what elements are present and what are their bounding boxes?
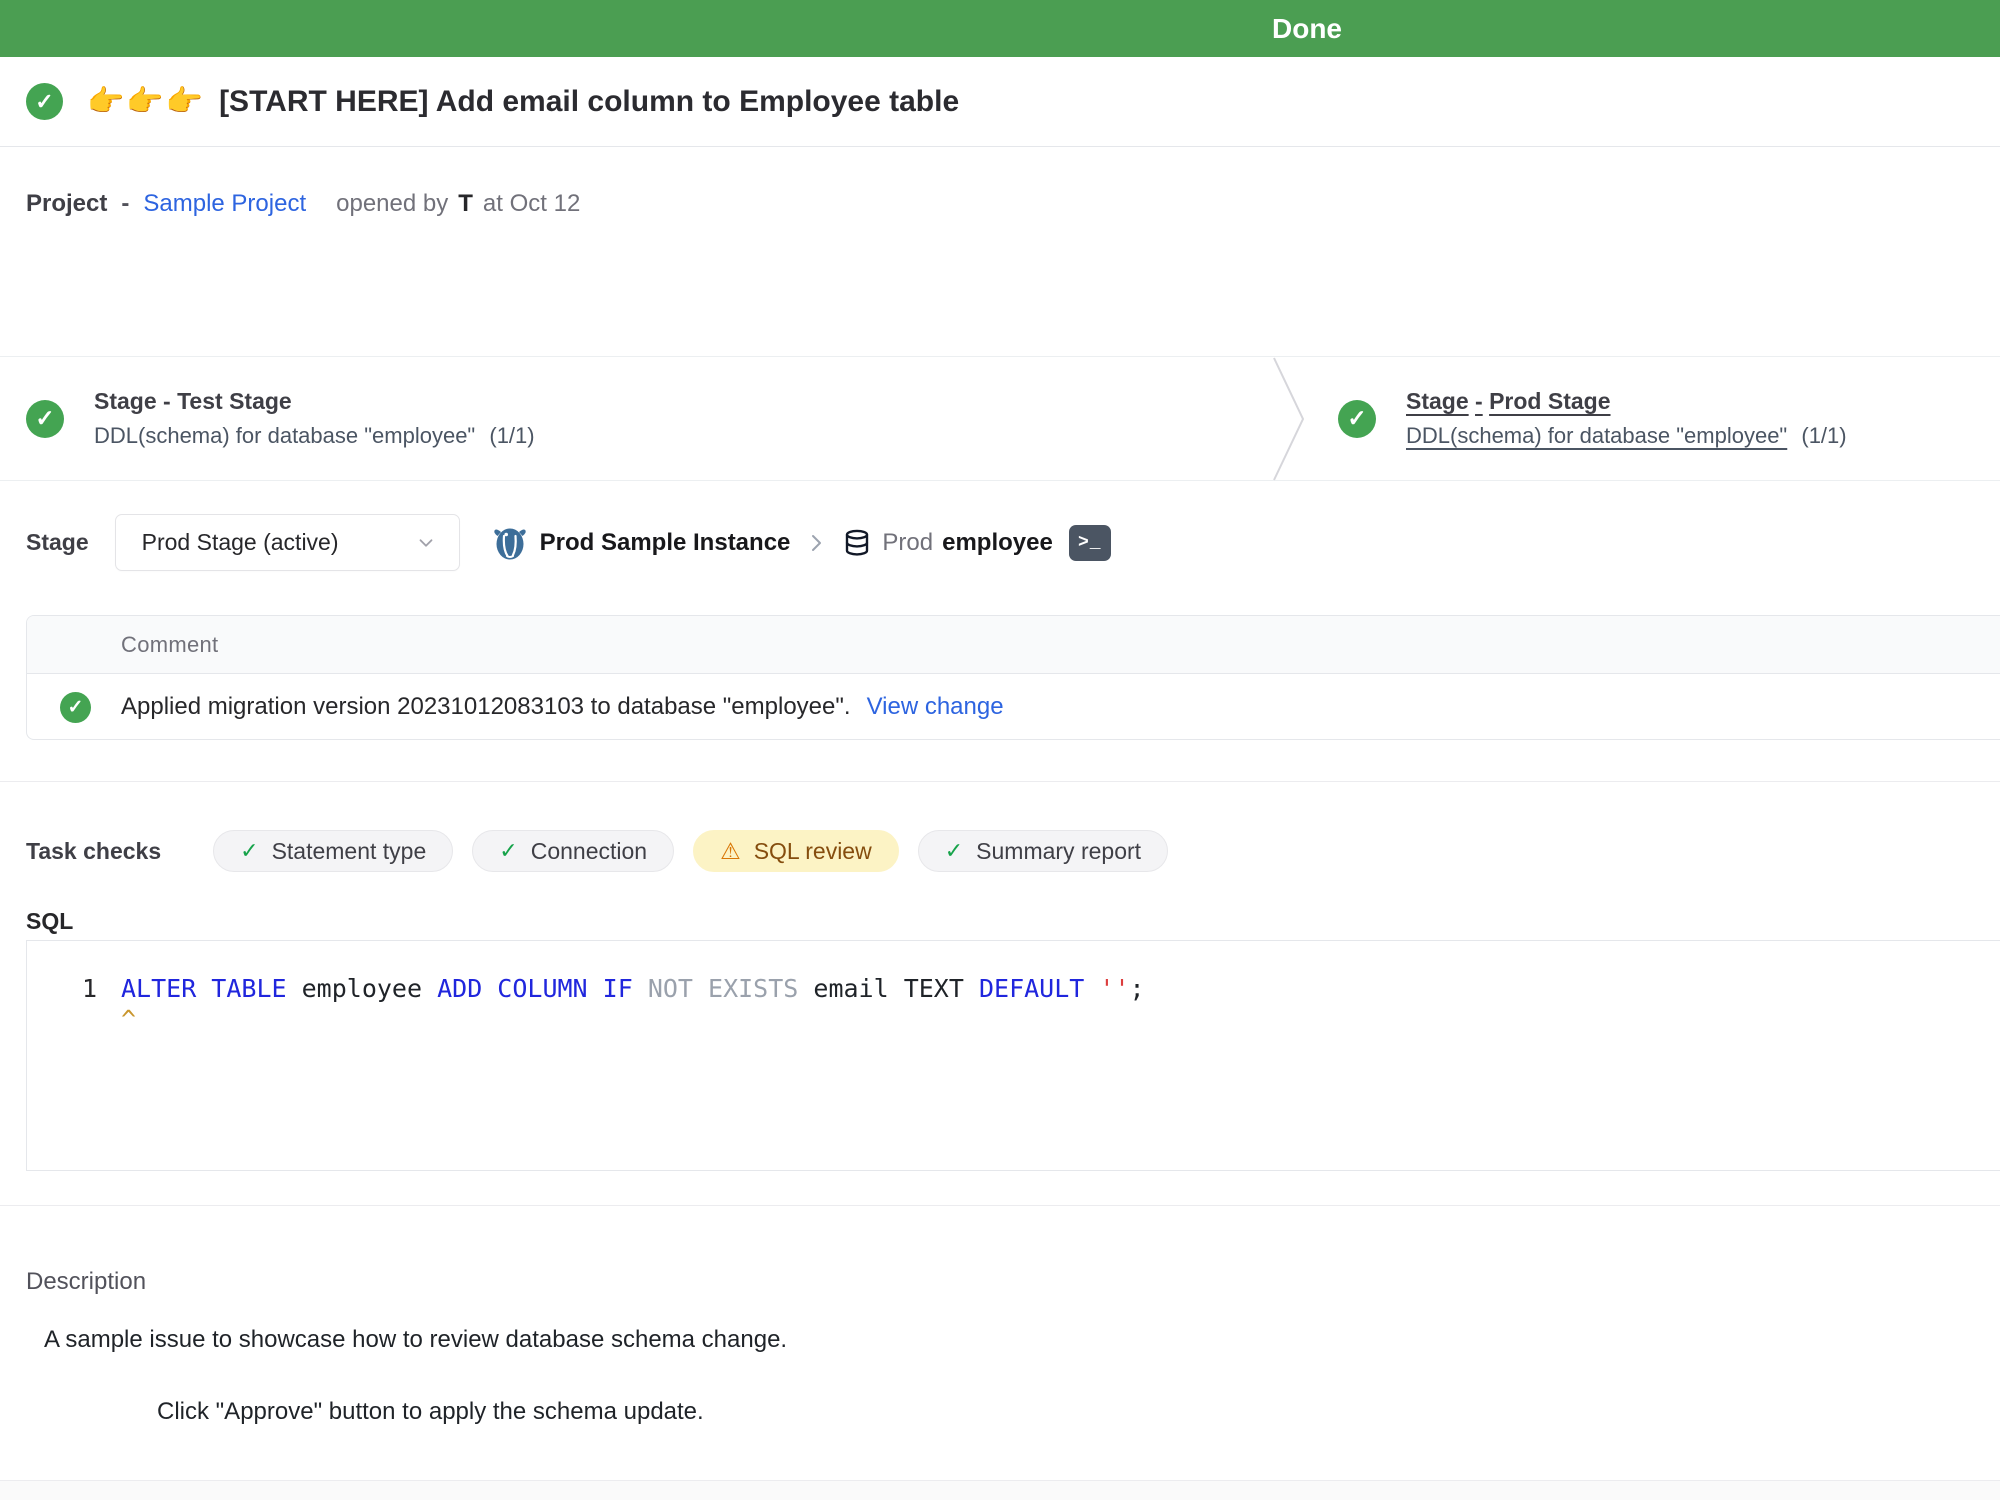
footer-strip [0, 1481, 2000, 1500]
section-divider [0, 1205, 2000, 1206]
project-dash: - [121, 190, 129, 218]
stage-texts: Stage - Prod Stage DDL(schema) for datab… [1406, 388, 1847, 449]
database-breadcrumb: Prod Sample Instance Prod employee >_ [492, 525, 1111, 561]
check-icon: ✓ [499, 840, 517, 862]
stage-title: Stage - Test Stage [94, 388, 535, 415]
pipeline-stages: Stage - Test Stage DDL(schema) for datab… [0, 356, 2000, 481]
sql-editor-console-icon[interactable]: >_ [1069, 525, 1111, 561]
comment-success-check-icon [60, 692, 91, 723]
stage-select-dropdown[interactable]: Prod Stage (active) [115, 514, 460, 571]
sql-editor[interactable]: 1 ALTER TABLE employee ADD COLUMN IF NOT… [26, 940, 2000, 1171]
issue-header: 👉👉👉 [START HERE] Add email column to Emp… [0, 57, 2000, 147]
status-banner-label: Done [1272, 0, 1342, 57]
stage-progress: (1/1) [1801, 423, 1846, 448]
issue-detail-page: { "banner": { "status": "Done" }, "issue… [0, 0, 2000, 1500]
stage-card-prod[interactable]: Stage - Prod Stage DDL(schema) for datab… [1338, 357, 1847, 480]
description-label: Description [26, 1268, 146, 1296]
stage-selector-label: Stage [26, 529, 89, 556]
postgresql-icon [492, 525, 528, 561]
stage-done-check-icon [26, 400, 64, 438]
issue-title: 👉👉👉 [START HERE] Add email column to Emp… [87, 84, 959, 119]
description-line: Click "Approve" button to apply the sche… [157, 1398, 704, 1426]
task-checks-row: Task checks ✓ Statement type ✓ Connection ⚠ S… [26, 830, 1168, 872]
project-label: Project [26, 190, 107, 218]
task-checks-label: Task checks [26, 838, 161, 865]
comment-header: Comment [27, 616, 2000, 674]
stage-select-value: Prod Stage (active) [142, 529, 339, 556]
pointing-emoji: 👉👉👉 [87, 84, 205, 119]
stage-card-test[interactable]: Stage - Test Stage DDL(schema) for datab… [26, 357, 535, 480]
stage-texts: Stage - Test Stage DDL(schema) for datab… [94, 388, 535, 449]
status-banner: Done [0, 0, 2000, 57]
issue-creator: T [458, 190, 473, 218]
environment-label: Prod [882, 529, 933, 557]
comment-message: Applied migration version 20231012083103… [121, 693, 851, 721]
stage-title-link[interactable]: Stage - Prod Stage [1406, 388, 1847, 415]
stage-separator-chevron-icon [1272, 357, 1306, 481]
view-change-link[interactable]: View change [867, 693, 1004, 721]
stage-task-text: DDL(schema) for database "employee" (1/1… [94, 423, 535, 449]
task-check-label: Connection [531, 838, 647, 865]
comment-row: Applied migration version 20231012083103… [27, 674, 2000, 740]
sql-caret-line: ^ [27, 1004, 2000, 1035]
database-icon [842, 528, 872, 558]
sql-code-line: 1 ALTER TABLE employee ADD COLUMN IF NOT… [27, 973, 2000, 1004]
task-check-label: Statement type [272, 838, 427, 865]
sql-section-label: SQL [26, 908, 73, 935]
issue-done-check-icon [26, 83, 63, 120]
task-check-label: SQL review [754, 838, 872, 865]
task-check-badge[interactable]: ✓ Statement type [213, 830, 453, 872]
task-check-badge[interactable]: ✓ Summary report [918, 830, 1168, 872]
sql-statement: ALTER TABLE employee ADD COLUMN IF NOT E… [121, 973, 1145, 1004]
task-check-label: Summary report [976, 838, 1141, 865]
warning-icon: ⚠ [720, 840, 741, 863]
task-check-badges: ✓ Statement type ✓ Connection ⚠ SQL review ✓ Su… [213, 830, 1168, 872]
stage-selector-row: Stage Prod Stage (active) Prod Sample In… [26, 514, 1111, 571]
line-number: 1 [57, 973, 97, 1004]
opened-at-text: at Oct 12 [483, 190, 580, 218]
task-check-badge[interactable]: ✓ Connection [472, 830, 674, 872]
task-check-badge[interactable]: ⚠ SQL review [693, 830, 899, 872]
chevron-down-icon [415, 532, 437, 554]
check-icon: ✓ [240, 840, 258, 862]
comment-section: Comment Applied migration version 202310… [26, 615, 2000, 740]
sql-warning-caret: ^ [121, 1004, 136, 1035]
database-name[interactable]: employee [942, 529, 1053, 557]
instance-name[interactable]: Prod Sample Instance [540, 529, 791, 557]
project-row: Project - Sample Project opened by T at … [26, 190, 580, 226]
section-divider [0, 781, 2000, 782]
stage-task-link[interactable]: DDL(schema) for database "employee" (1/1… [1406, 423, 1847, 449]
project-link[interactable]: Sample Project [143, 190, 306, 218]
issue-title-text: [START HERE] Add email column to Employe… [219, 85, 959, 119]
stage-done-check-icon [1338, 400, 1376, 438]
description-line: A sample issue to showcase how to review… [44, 1326, 787, 1354]
check-icon: ✓ [945, 840, 963, 862]
opened-by-text: opened by [336, 190, 448, 218]
stage-progress: (1/1) [489, 423, 534, 448]
chevron-right-icon [804, 531, 828, 555]
